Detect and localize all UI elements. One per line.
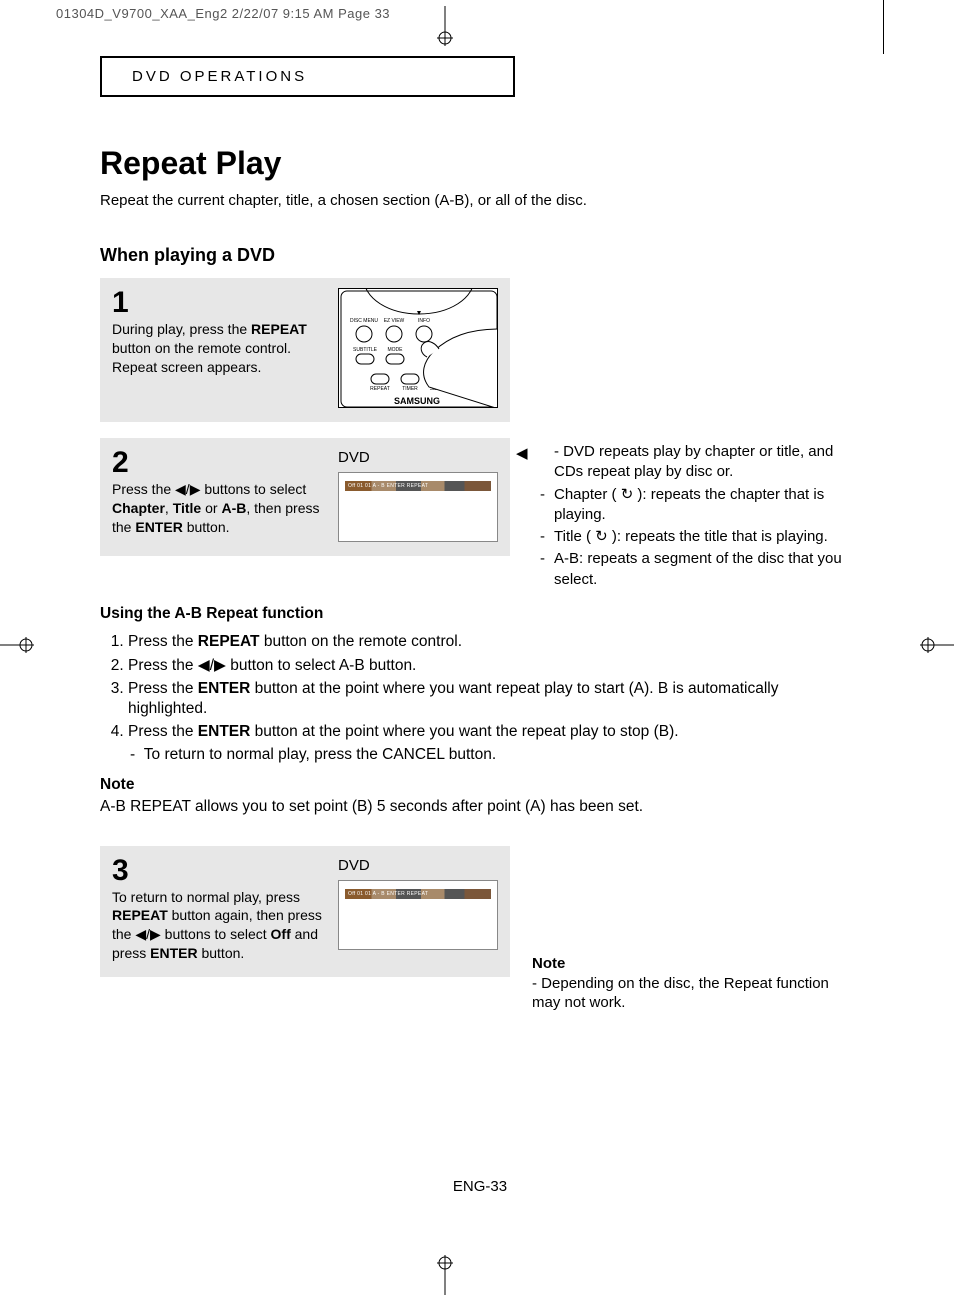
margin-rule-right [883, 0, 884, 54]
step-2-osd-bar: Off 01 01 A - B ENTER REPEAT [345, 481, 491, 491]
svg-text:DISC MENU: DISC MENU [350, 318, 378, 324]
step-3-enter: ENTER [150, 945, 197, 961]
side-note-1-text: DVD repeats play by chapter or title, an… [554, 443, 833, 480]
side-note-3: Title ( ↻ ): repeats the title that is p… [532, 527, 862, 547]
step-3-osd: Off 01 01 A - B ENTER REPEAT [338, 880, 498, 950]
svg-text:SUBTITLE: SUBTITLE [353, 347, 378, 353]
step-2-pre: Press the [112, 481, 175, 497]
step-2-title: Title [173, 500, 202, 516]
print-header: 01304D_V9700_XAA_Eng2 2/22/07 9:15 AM Pa… [0, 0, 954, 21]
ab3-pre: Press the [128, 680, 198, 697]
step-2-post: button. [183, 519, 230, 535]
bottom-note: Note - Depending on the disc, the Repeat… [532, 954, 832, 1013]
bottom-note-label: Note [532, 955, 565, 972]
ab1-bold: REPEAT [198, 633, 260, 650]
remote-illustration: DISC MENU EZ VIEW INFO SUBTITLE MODE REP… [338, 288, 498, 408]
step-2-number: 2 [112, 448, 328, 478]
ab-item-4: Press the ENTER button at the point wher… [128, 722, 860, 742]
page-number: ENG-33 [100, 1178, 860, 1195]
ab-item-2: Press the ◀/▶ button to select A-B butto… [128, 656, 860, 676]
ab-sub: - To return to normal play, press the CA… [130, 745, 860, 765]
step-2: 2 Press the ◀/▶ buttons to select Chapte… [100, 438, 510, 556]
step-1-bold: REPEAT [251, 321, 307, 337]
ab-title: Using the A-B Repeat function [100, 604, 860, 624]
section-header-text: DVD OPERATIONS [132, 68, 307, 85]
bottom-note-text: Depending on the disc, the Repeat functi… [532, 975, 829, 1012]
step-3: 3 To return to normal play, press REPEAT… [100, 846, 510, 978]
crop-mark-top [430, 6, 460, 51]
step-2-osd: Off 01 01 A - B ENTER REPEAT [338, 472, 498, 542]
ab1-pre: Press the [128, 633, 198, 650]
step-2-mid1: buttons to select [200, 481, 306, 497]
step-1: 1 During play, press the REPEAT button o… [100, 278, 510, 422]
page-content: DVD OPERATIONS Repeat Play Repeat the cu… [100, 56, 860, 993]
ab-sub-text: To return to normal play, press the CANC… [144, 746, 496, 763]
left-right-icons: ◀/▶ [175, 481, 200, 497]
step-3-repeat: REPEAT [112, 907, 168, 923]
step-3-icons: ◀/▶ [135, 926, 160, 942]
section-header-box: DVD OPERATIONS [100, 56, 515, 97]
crop-mark-left [0, 630, 34, 665]
ab2-icons: ◀/▶ [198, 657, 226, 674]
ab4-post: button at the point where you want the r… [250, 723, 678, 740]
ab-repeat-section: Using the A-B Repeat function Press the … [100, 604, 860, 817]
side-notes: ◀- DVD repeats play by chapter or title,… [532, 442, 862, 592]
ab2-pre: Press the [128, 657, 198, 674]
intro-text: Repeat the current chapter, title, a cho… [100, 192, 860, 209]
step-2-or: or [201, 500, 221, 516]
ab3-bold: ENTER [198, 680, 251, 697]
step-3-post: button. [198, 945, 245, 961]
svg-text:EZ VIEW: EZ VIEW [384, 318, 405, 324]
ab-item-3: Press the ENTER button at the point wher… [128, 679, 860, 719]
ab-item-1: Press the REPEAT button on the remote co… [128, 632, 860, 652]
step-3-off: Off [271, 926, 291, 942]
step-2-ab: A-B [221, 500, 246, 516]
step-3-mid-b: buttons to select [161, 926, 271, 942]
side-note-1: ◀- DVD repeats play by chapter or title,… [532, 442, 862, 483]
step-2-enter: ENTER [135, 519, 182, 535]
ab-note-label: Note [100, 775, 860, 795]
step-2-osd-label: DVD [338, 448, 498, 468]
step-3-number: 3 [112, 856, 328, 886]
svg-text:TIMER: TIMER [402, 386, 418, 392]
ab1-post: button on the remote control. [260, 633, 462, 650]
svg-text:MODE: MODE [388, 347, 404, 353]
side-note-4: A-B: repeats a segment of the disc that … [532, 549, 862, 590]
ab-list: Press the REPEAT button on the remote co… [100, 632, 860, 742]
step-2-comma-a: , [165, 500, 173, 516]
ab2-post: button to select A-B button. [226, 657, 416, 674]
step-1-text-pre: During play, press the [112, 321, 251, 337]
ab-note-text: A-B REPEAT allows you to set point (B) 5… [100, 797, 860, 817]
step-3-osd-label: DVD [338, 856, 498, 876]
step-1-number: 1 [112, 288, 328, 318]
svg-text:SAMSUNG: SAMSUNG [394, 396, 440, 406]
side-note-2: Chapter ( ↻ ): repeats the chapter that … [532, 485, 862, 526]
page-title: Repeat Play [100, 145, 860, 182]
svg-text:REPEAT: REPEAT [370, 386, 390, 392]
step-1-text-post: button on the remote control. Repeat scr… [112, 340, 291, 375]
crop-mark-right [920, 630, 954, 665]
svg-text:INFO: INFO [418, 318, 430, 324]
step-3-osd-bar: Off 01 01 A - B ENTER REPEAT [345, 889, 491, 899]
ab4-bold: ENTER [198, 723, 251, 740]
crop-mark-bottom [430, 1255, 460, 1300]
left-arrow-icon: ◀ [516, 444, 528, 464]
step-2-chapter: Chapter [112, 500, 165, 516]
ab4-pre: Press the [128, 723, 198, 740]
step-3-pre: To return to normal play, press [112, 889, 300, 905]
subheading: When playing a DVD [100, 245, 860, 266]
